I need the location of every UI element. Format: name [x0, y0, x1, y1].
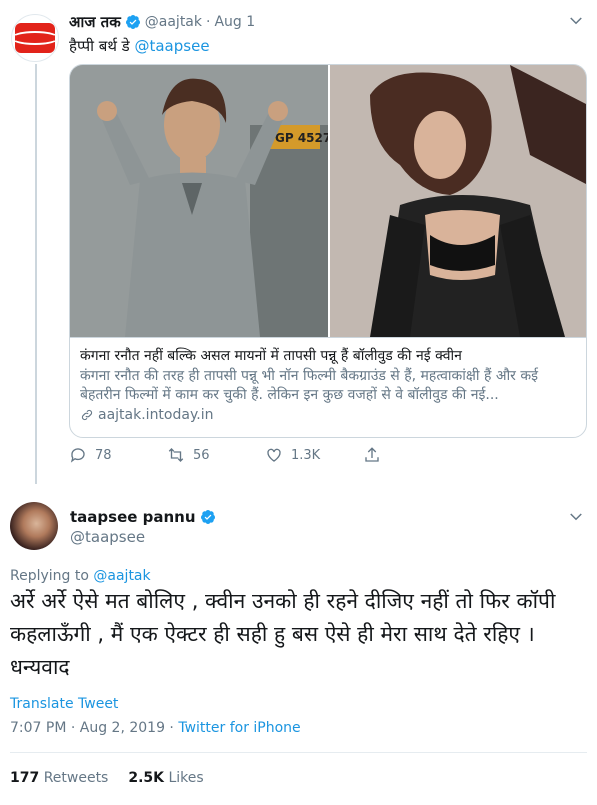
- retweet-button[interactable]: 56: [167, 446, 265, 464]
- translate-tweet-link[interactable]: Translate Tweet: [10, 696, 118, 712]
- tweet-timestamp[interactable]: 7:07 PM · Aug 2, 2019 ·: [10, 720, 178, 736]
- author-handle[interactable]: @aajtak: [145, 14, 202, 30]
- like-count: 1.3K: [291, 447, 321, 463]
- tweet-stats: 177 Retweets 2.5K Likes: [10, 770, 204, 786]
- card-domain: aajtak.intoday.in: [80, 407, 578, 423]
- share-icon: [365, 447, 379, 462]
- mention-link[interactable]: @taapsee: [134, 37, 209, 55]
- main-tweet-header: taapsee pannu: [70, 508, 216, 526]
- parent-tweet-actions: 78 56 1.3K: [69, 446, 489, 464]
- parent-tweet-header: आज तक @aajtak · Aug 1: [69, 12, 255, 32]
- card-description: कंगना रनौत की तरह ही तापसी पन्नू भी नॉन …: [80, 368, 538, 403]
- verified-badge-icon: [200, 510, 215, 524]
- parent-tweet-text: हैप्पी बर्थ डे @taapsee: [69, 36, 210, 56]
- reply-count: 78: [95, 447, 112, 463]
- retweet-count: 56: [193, 447, 210, 463]
- likes-label: Likes: [168, 770, 204, 786]
- separator-dot: ·: [206, 14, 211, 30]
- parent-tweet[interactable]: आज तक @aajtak · Aug 1 हैप्पी बर्थ डे @ta…: [0, 0, 597, 490]
- like-button[interactable]: 1.3K: [265, 446, 363, 464]
- heart-icon: [267, 448, 281, 462]
- aajtak-avatar[interactable]: [11, 14, 59, 62]
- retweets-stat[interactable]: 177 Retweets: [10, 770, 108, 786]
- retweet-icon: [168, 448, 184, 462]
- tweet-metadata: 7:07 PM · Aug 2, 2019 · Twitter for iPho…: [10, 720, 301, 736]
- share-button[interactable]: [363, 446, 461, 464]
- tweet-source-link[interactable]: Twitter for iPhone: [178, 720, 300, 736]
- author-name[interactable]: आज तक: [69, 12, 121, 32]
- card-body[interactable]: कंगना रनौत नहीं बल्कि असल मायनों में ताप…: [70, 337, 586, 437]
- retweets-label: Retweets: [43, 770, 109, 786]
- author-name[interactable]: taapsee pannu: [70, 508, 196, 526]
- divider: [10, 752, 587, 753]
- card-domain-text: aajtak.intoday.in: [98, 407, 214, 423]
- main-tweet-text: अर्रे अर्रे ऐसे मत बोलिए , क्वीन उनको ही…: [10, 589, 556, 679]
- replying-mention-link[interactable]: @aajtak: [93, 568, 150, 584]
- plate-text: GP 4527: [275, 131, 328, 145]
- likes-stat[interactable]: 2.5K Likes: [128, 770, 203, 786]
- chevron-down-icon[interactable]: [567, 12, 585, 30]
- link-icon: [81, 409, 93, 421]
- card-image-left: GP 4527: [70, 65, 328, 337]
- replying-to: Replying to @aajtak: [10, 568, 151, 584]
- aajtak-logo-icon: [12, 23, 58, 53]
- chevron-down-icon[interactable]: [567, 508, 585, 526]
- reply-icon: [70, 448, 85, 463]
- link-card[interactable]: GP 4527 कंगना रनौत नहीं बल्कि असल मायनों…: [69, 64, 587, 438]
- taapsee-avatar[interactable]: [10, 502, 58, 550]
- retweets-count: 177: [10, 770, 40, 786]
- tweet-date[interactable]: Aug 1: [214, 14, 255, 30]
- author-handle[interactable]: @taapsee: [70, 528, 145, 546]
- likes-count: 2.5K: [128, 770, 165, 786]
- card-title: कंगना रनौत नहीं बल्कि असल मायनों में ताप…: [80, 348, 462, 364]
- reply-button[interactable]: 78: [69, 446, 167, 464]
- replying-label: Replying to: [10, 568, 94, 584]
- card-image-right: [330, 65, 586, 337]
- card-image[interactable]: GP 4527: [70, 65, 586, 337]
- tweet-text-prefix: हैप्पी बर्थ डे: [69, 37, 135, 55]
- verified-badge-icon: [125, 15, 140, 29]
